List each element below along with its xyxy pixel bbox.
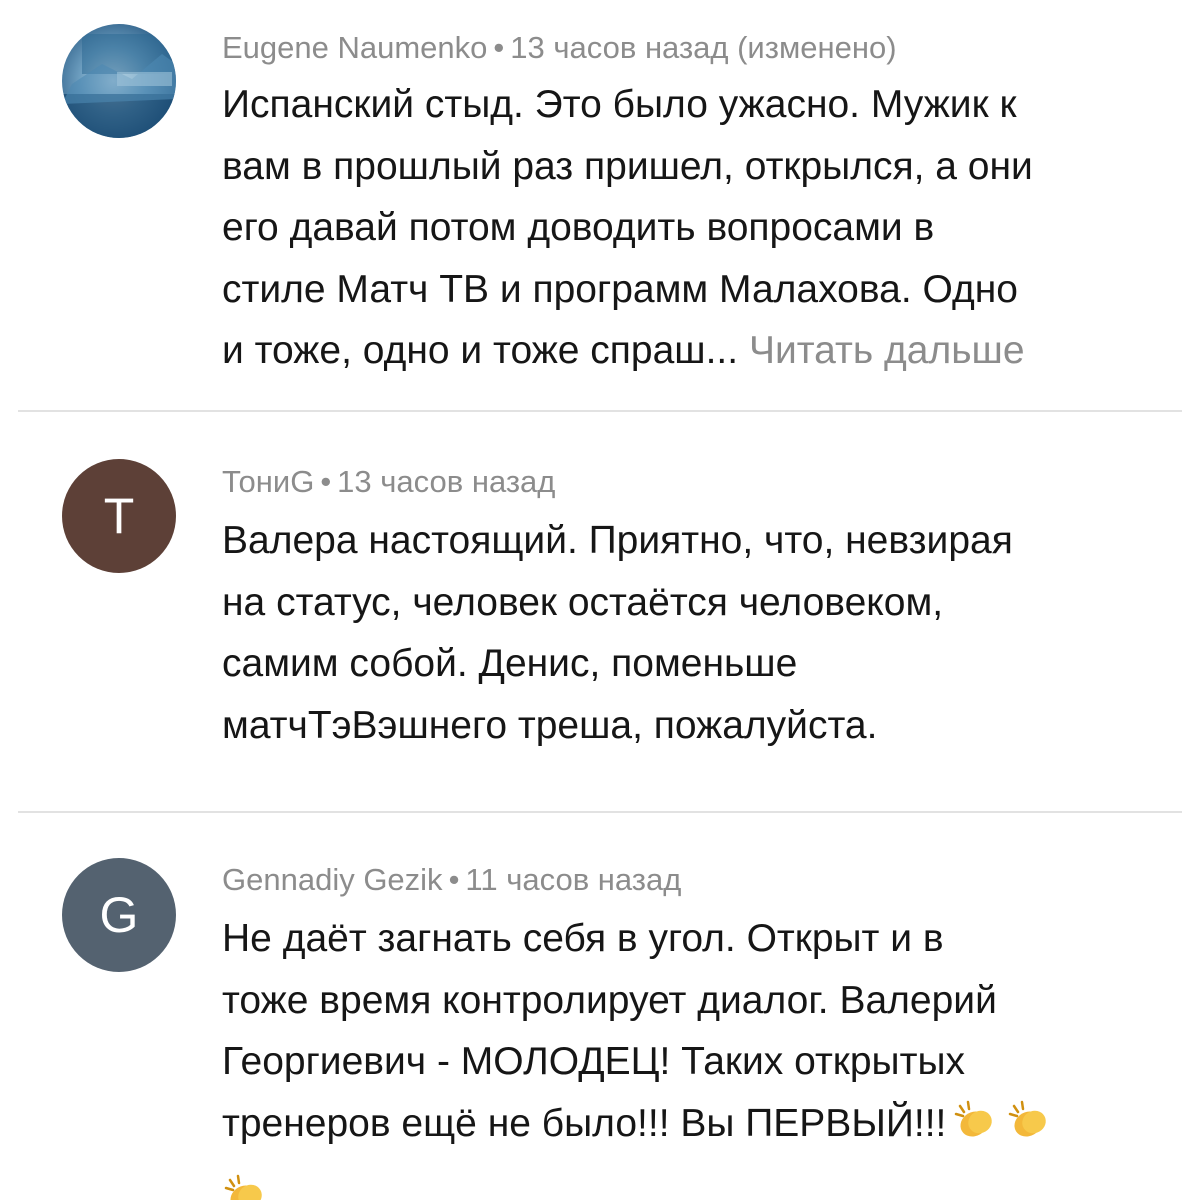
comment-time: 13 часов назад	[337, 464, 556, 499]
comment-line-last: тренеров ещё не было!!! Вы ПЕРВЫЙ!!!	[222, 1093, 1182, 1161]
comment-line: самим собой. Денис, поменьше	[222, 642, 798, 685]
user-avatar[interactable]	[62, 24, 176, 138]
divider	[18, 811, 1182, 813]
comment-line: Не даёт загнать себя в угол. Открыт и в	[222, 917, 944, 960]
comment-time: 13 часов назад (изменено)	[510, 30, 897, 65]
author-name[interactable]: ТониG	[222, 464, 314, 499]
comments-list: Eugene Naumenko • 13 часов назад (изменено…	[0, 0, 1200, 1200]
comment-line: Георгиевич - МОЛОДЕЦ! Таких открытых	[222, 1040, 965, 1083]
comment-line: вам в прошлый раз пришел, открылся, а он…	[222, 144, 1033, 188]
user-avatar[interactable]: T	[62, 459, 176, 573]
comment-time: 11 часов назад	[465, 862, 682, 897]
profile-photo-icon	[62, 24, 176, 138]
comment-line: тренеров ещё не было!!! Вы ПЕРВЫЙ!!!	[222, 1101, 947, 1145]
clapping-hands-icon	[222, 1172, 270, 1200]
clapping-hands-icon	[1006, 1098, 1054, 1161]
comment-line: на статус, человек остаётся человеком,	[222, 580, 944, 624]
comment-meta: Eugene Naumenko • 13 часов назад (изменено…	[222, 28, 897, 68]
comment-line: матчТэВэшнего треша, пожалуйста.	[222, 703, 878, 747]
comment-line: его давай потом доводить вопросами в	[222, 206, 935, 249]
meta-separator: •	[493, 30, 505, 65]
comment-line: Валера настоящий. Приятно, что, невзирая	[222, 519, 1013, 562]
comment-meta: ТониG • 13 часов назад	[222, 462, 555, 502]
comment-line-last: и тоже, одно и тоже спраш... Читать даль…	[222, 320, 1182, 382]
comment-text: Испанский стыд. Это было ужасно. Мужик к…	[222, 74, 1182, 382]
author-name[interactable]: Gennadiy Gezik	[222, 862, 443, 897]
meta-separator: •	[448, 862, 460, 897]
comment-text: Валера настоящий. Приятно, что, невзирая…	[222, 510, 1182, 756]
comment-meta: Gennadiy Gezik • 11 часов назад	[222, 860, 681, 900]
comment-text: Не даёт загнать себя в угол. Открыт и в …	[222, 908, 1182, 1160]
meta-separator: •	[320, 464, 332, 499]
comment-line: и тоже, одно и тоже спраш...	[222, 329, 739, 372]
comment-line: стиле Матч ТВ и программ Малахова. Одно	[222, 267, 1018, 311]
read-more-link[interactable]: Читать дальше	[749, 329, 1025, 372]
comment-line: Испанский стыд. Это было ужасно. Мужик к	[222, 83, 1017, 126]
clapping-hands-icon	[952, 1098, 1000, 1161]
user-avatar[interactable]: G	[62, 858, 176, 972]
comment-line: тоже время контролирует диалог. Валерий	[222, 978, 997, 1022]
author-name[interactable]: Eugene Naumenko	[222, 30, 487, 65]
divider	[18, 410, 1182, 412]
